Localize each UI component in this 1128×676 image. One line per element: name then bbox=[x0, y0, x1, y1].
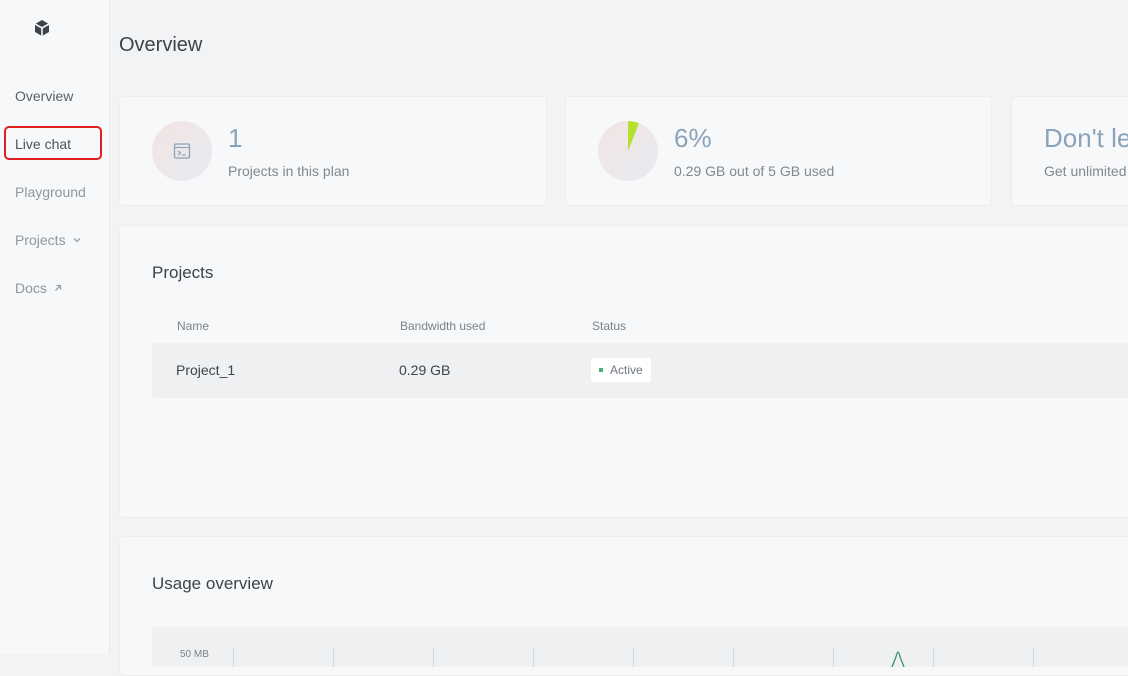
project-name[interactable]: Project_1 bbox=[176, 362, 235, 378]
stat-icon-circle bbox=[152, 121, 212, 181]
table-row[interactable]: Project_1 0.29 GB Active bbox=[152, 343, 1128, 398]
cube-icon[interactable] bbox=[33, 19, 51, 37]
usage-card: Usage overview 50 MB bbox=[119, 536, 1128, 676]
y-axis-tick-label: 50 MB bbox=[180, 649, 209, 660]
projects-card: Projects Name Bandwidth used Status Proj… bbox=[119, 225, 1128, 518]
projects-title: Projects bbox=[152, 263, 214, 282]
sidebar-item-label: Overview bbox=[15, 88, 74, 104]
grid-line bbox=[1033, 647, 1034, 667]
grid-line bbox=[633, 647, 634, 667]
pie-chart-icon bbox=[628, 121, 640, 151]
column-header-bandwidth: Bandwidth used bbox=[400, 319, 486, 333]
column-header-status: Status bbox=[592, 319, 627, 333]
sidebar-item-docs[interactable]: Docs bbox=[15, 280, 63, 296]
project-bandwidth: 0.29 GB bbox=[399, 362, 451, 378]
storage-pie-chart bbox=[598, 121, 658, 181]
status-label: Active bbox=[610, 363, 643, 377]
grid-line bbox=[733, 647, 734, 667]
sidebar-item-projects[interactable]: Projects bbox=[15, 232, 82, 248]
terminal-icon bbox=[173, 143, 191, 159]
stat-card-projects: 1 Projects in this plan bbox=[119, 96, 547, 206]
stat-label: 0.29 GB out of 5 GB used bbox=[674, 163, 835, 179]
column-header-name: Name bbox=[177, 319, 210, 333]
usage-title: Usage overview bbox=[152, 574, 273, 593]
sidebar-item-label: Live chat bbox=[15, 136, 72, 152]
sidebar-item-label: Projects bbox=[15, 232, 66, 248]
sidebar-item-label: Playground bbox=[15, 184, 86, 200]
external-link-icon bbox=[54, 284, 62, 291]
stat-value: 1 bbox=[228, 123, 243, 153]
grid-line bbox=[233, 647, 234, 667]
grid-line bbox=[533, 647, 534, 667]
status-badge: Active bbox=[591, 358, 651, 382]
pie-used-slice bbox=[628, 121, 640, 151]
sidebar-item-overview[interactable]: Overview bbox=[15, 88, 73, 104]
page-title: Overview bbox=[119, 34, 203, 56]
chevron-down-icon bbox=[73, 238, 81, 243]
grid-line bbox=[333, 647, 334, 667]
status-dot bbox=[599, 368, 603, 372]
sidebar-item-live-chat[interactable]: Live chat bbox=[15, 136, 71, 152]
sidebar: Overview Live chat Playground Projects D… bbox=[0, 0, 110, 654]
stat-label: Get unlimited bbox=[1044, 163, 1127, 179]
stat-label: Projects in this plan bbox=[228, 163, 350, 179]
stat-card-storage: 6% 0.29 GB out of 5 GB used bbox=[565, 96, 992, 206]
grid-line bbox=[433, 647, 434, 667]
sidebar-item-playground[interactable]: Playground bbox=[15, 184, 86, 200]
sidebar-item-label: Docs bbox=[15, 280, 47, 296]
grid-line bbox=[833, 647, 834, 667]
usage-chart: 50 MB bbox=[152, 627, 1128, 667]
stat-value: 6% bbox=[674, 123, 712, 153]
grid-line bbox=[933, 647, 934, 667]
stat-value: Don't le bbox=[1044, 123, 1128, 153]
stat-card-upgrade: Don't le Get unlimited bbox=[1011, 96, 1128, 206]
usage-spike-line bbox=[891, 651, 905, 667]
